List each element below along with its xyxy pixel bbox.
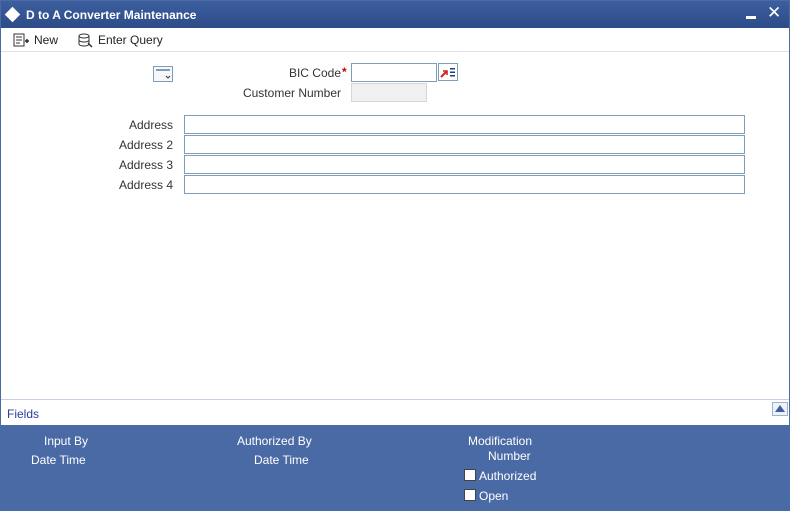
title-bar[interactable]: D to A Converter Maintenance ✕ <box>1 1 789 28</box>
enter-query-label: Enter Query <box>98 33 163 47</box>
address-label: Address <box>128 118 173 132</box>
address-3-label: Address 3 <box>118 158 173 172</box>
new-button[interactable]: New <box>13 30 58 50</box>
customer-number-input <box>351 83 427 102</box>
bic-code-label-text: BIC Code <box>288 66 341 80</box>
authorized-checkbox[interactable] <box>464 469 476 481</box>
new-document-icon <box>13 33 30 48</box>
bic-code-label: BIC Code <box>261 66 341 80</box>
address-input[interactable] <box>184 115 745 134</box>
customer-number-label: Customer Number <box>242 86 341 100</box>
open-checkbox[interactable] <box>464 489 476 501</box>
authorized-label: Authorized <box>479 469 537 483</box>
input-by-label: Input By <box>44 434 89 448</box>
address-2-input[interactable] <box>184 135 745 154</box>
address-2-label: Address 2 <box>118 138 173 152</box>
bic-code-input[interactable] <box>351 63 437 82</box>
fields-bar: Fields <box>1 399 789 425</box>
maintenance-window: D to A Converter Maintenance ✕ New Enter… <box>0 0 790 511</box>
minimize-icon[interactable] <box>746 16 756 19</box>
modification-label: Modification <box>468 434 533 448</box>
date-time-label-1: Date Time <box>31 453 86 467</box>
record-view-icon[interactable] <box>153 66 173 82</box>
address-4-input[interactable] <box>184 175 745 194</box>
number-label: Number <box>488 449 531 463</box>
new-button-label: New <box>34 33 59 47</box>
enter-query-button[interactable]: Enter Query <box>77 30 163 50</box>
audit-panel: Input By Date Time Authorized By Date Ti… <box>1 425 789 511</box>
toolbar: New Enter Query <box>1 28 789 52</box>
address-3-input[interactable] <box>184 155 745 174</box>
lov-list-button[interactable] <box>438 63 458 81</box>
window-title: D to A Converter Maintenance <box>26 8 197 22</box>
required-marker: * <box>342 65 347 79</box>
close-icon[interactable]: ✕ <box>767 3 781 23</box>
fields-link[interactable]: Fields <box>7 407 39 421</box>
app-diamond-icon <box>4 6 21 23</box>
collapse-up-icon[interactable] <box>772 402 788 416</box>
authorized-by-label: Authorized By <box>237 434 312 448</box>
open-label: Open <box>479 489 509 503</box>
date-time-label-2: Date Time <box>254 453 309 467</box>
address-4-label: Address 4 <box>118 178 173 192</box>
query-database-icon <box>77 33 94 48</box>
